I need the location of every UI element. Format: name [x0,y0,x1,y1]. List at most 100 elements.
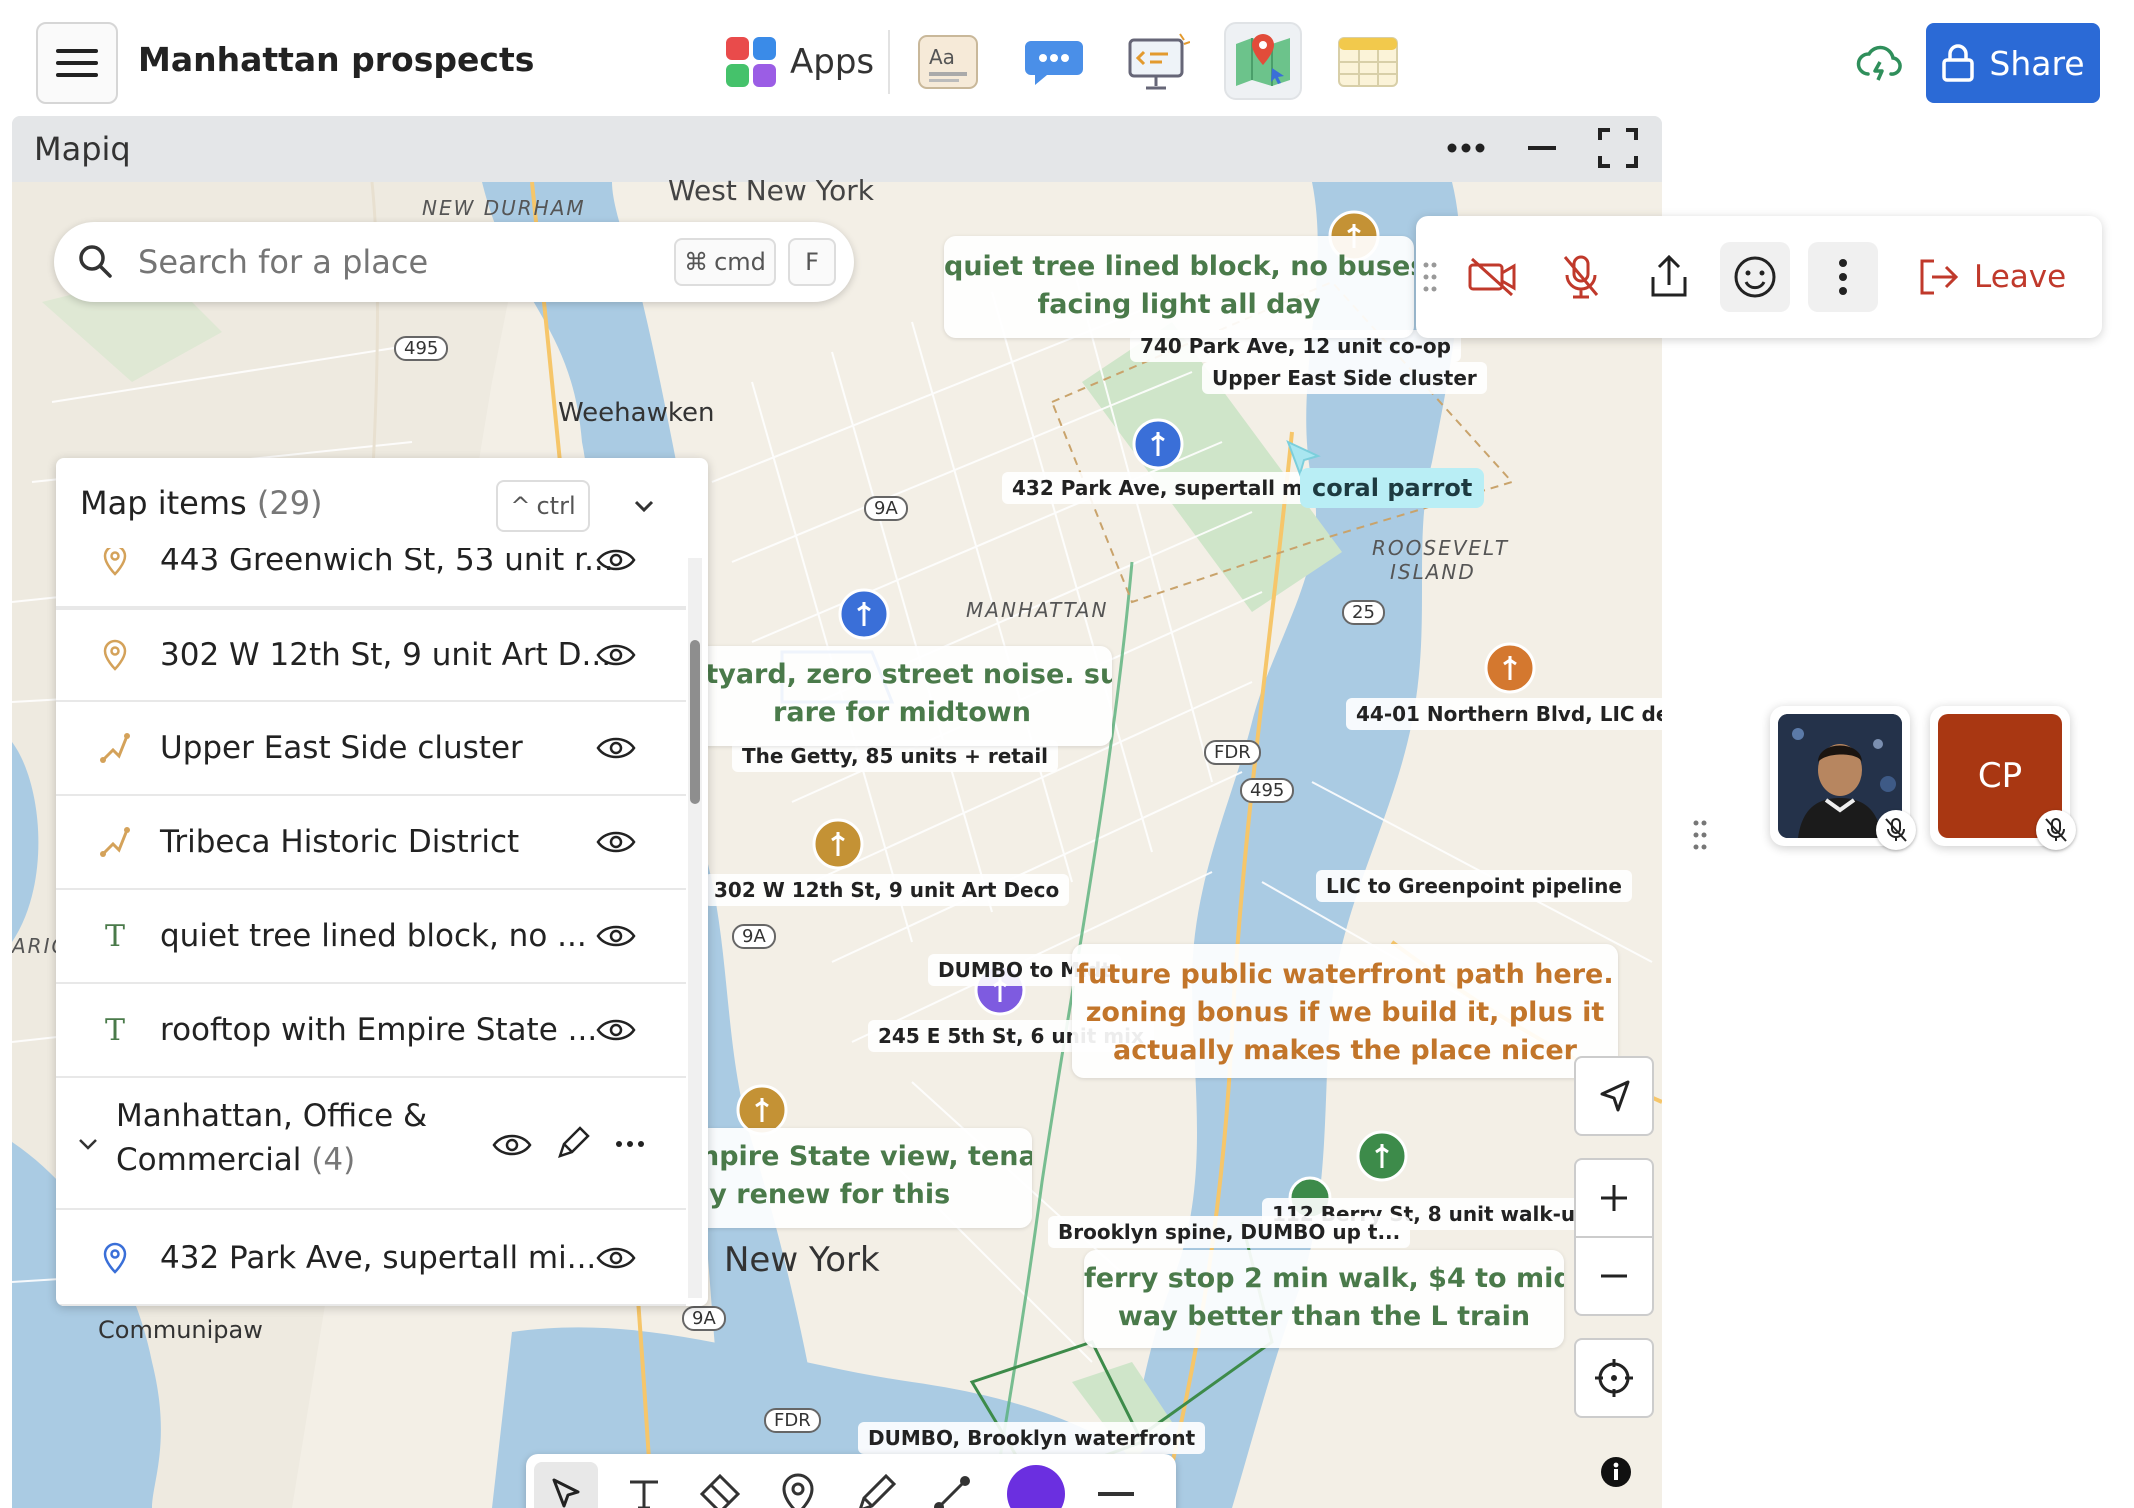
presentation-app-button[interactable] [1124,28,1192,96]
text-note[interactable]: ferry stop 2 min walk, $4 to midtow way … [1084,1250,1564,1348]
participant-tile[interactable] [1770,706,1916,850]
navigate-button[interactable] [1574,1056,1654,1136]
leave-label: Leave [1974,259,2067,295]
zoom-in-button[interactable] [1574,1158,1654,1238]
apps-button[interactable]: Apps [726,34,874,90]
eye-icon[interactable] [596,642,636,668]
text-note[interactable]: rtyard, zero street noise. super rare fo… [692,646,1112,746]
list-item[interactable]: Upper East Side cluster [56,702,686,796]
document-title[interactable]: Manhattan prospects [138,40,534,79]
note-line: ly renew for this [700,1179,951,1210]
camera-toggle-button[interactable] [1458,242,1528,312]
screen-share-button[interactable] [1634,242,1704,312]
menu-button[interactable] [36,22,118,104]
mic-off-icon [1563,255,1599,299]
drag-handle-icon[interactable] [1692,818,1708,852]
zoom-out-button[interactable] [1574,1236,1654,1316]
shape-tool-button[interactable] [688,1462,752,1508]
map-pin-green[interactable] [1354,1128,1410,1184]
chevron-down-icon[interactable] [624,486,664,526]
route-line-icon [934,1476,970,1508]
scrollbar[interactable] [688,558,702,1298]
mic-toggle-button[interactable] [1546,242,1616,312]
stroke-width-button[interactable] [1084,1462,1148,1508]
locate-me-button[interactable] [1574,1338,1654,1418]
text-style-icon: Aa [918,35,978,89]
eye-icon[interactable] [596,1245,636,1271]
chat-bubble-icon [1025,41,1083,85]
place-label-new-durham: NEW DURHAM [422,196,586,220]
list-item[interactable]: T quiet tree lined block, no ... [56,890,686,984]
group-label: Manhattan, Office & Commercial (4) [116,1094,427,1182]
map-pin-blue[interactable] [1130,416,1186,472]
share-label: Share [1989,43,2085,83]
list-item[interactable]: 432 Park Ave, supertall mi... [56,1212,686,1306]
list-item[interactable]: Tribeca Historic District [56,796,686,890]
map-pin-blue[interactable] [836,586,892,642]
collapse-shortcut-hint[interactable]: ^ ctrl [496,480,590,532]
more-options-icon[interactable] [614,1134,646,1154]
drag-handle-icon[interactable] [1422,260,1438,294]
text-tool-button[interactable] [612,1462,676,1508]
map-pin-gold[interactable] [810,816,866,872]
fullscreen-icon[interactable] [1596,126,1640,170]
search-bar[interactable]: ⌘ cmd F [54,222,854,302]
eye-icon[interactable] [596,735,636,761]
pencil-tool-button[interactable] [844,1462,908,1508]
map-pin-icon [1236,34,1290,86]
note-line: ferry stop 2 min walk, $4 to midtow [1084,1263,1564,1294]
route-tool-button[interactable] [920,1462,984,1508]
pin-label: Brooklyn spine, DUMBO up t... [1048,1216,1411,1248]
muted-badge [2036,810,2076,850]
table-app-button[interactable] [1334,28,1402,96]
pin-tool-button[interactable] [766,1462,830,1508]
minimize-icon[interactable] [1522,130,1562,166]
pin-label: LIC to Greenpoint pipeline [1316,870,1632,902]
stroke-line-icon [1098,1492,1134,1496]
select-tool-button[interactable] [534,1462,598,1508]
chevron-down-icon[interactable] [74,1130,102,1158]
text-note[interactable]: quiet tree lined block, no buses, so fac… [944,236,1414,338]
highway-shield: FDR [1204,740,1261,765]
pin-label: 44-01 Northern Blvd, LIC de... [1346,698,1662,730]
group-row[interactable]: Manhattan, Office & Commercial (4) [56,1078,686,1210]
participant-tile[interactable]: CP [1930,706,2076,850]
pencil-icon[interactable] [554,1126,590,1162]
text-note[interactable]: npire State view, tenants ly renew for t… [692,1128,1032,1228]
list-item[interactable]: T rooftop with Empire State ... [56,984,686,1078]
search-input[interactable] [138,232,698,292]
text-app-button[interactable]: Aa [914,28,982,96]
info-icon[interactable] [1600,1456,1632,1488]
eye-icon[interactable] [596,923,636,949]
color-picker-button[interactable] [1004,1462,1068,1508]
text-note[interactable]: future public waterfront path here. zoni… [1072,944,1618,1078]
shortcut-modifier-label: cmd [714,248,766,276]
scrollbar-thumb[interactable] [690,640,700,804]
call-more-options-button[interactable] [1808,242,1878,312]
hamburger-line [56,49,98,53]
group-label-line: Commercial (4) [116,1138,427,1182]
map-pin-orange[interactable] [1482,640,1538,696]
maps-app-button[interactable] [1224,22,1302,100]
reactions-button[interactable] [1720,242,1790,312]
chat-app-button[interactable] [1020,28,1088,96]
pin-label: Upper East Side cluster [1202,362,1487,394]
list-item[interactable]: 443 Greenwich St, 53 unit r... [56,548,686,608]
list-item[interactable]: 302 W 12th St, 9 unit Art D... [56,608,686,702]
eye-icon[interactable] [596,548,636,573]
cloud-sync-icon[interactable] [1854,38,1904,88]
eye-icon[interactable] [492,1132,532,1158]
more-options-icon[interactable] [1442,130,1490,166]
shortcut-cmd-key: ⌘ cmd [674,238,776,286]
note-line: facing light all day [1037,289,1321,320]
items-list[interactable]: 443 Greenwich St, 53 unit r... 302 W 12t… [56,548,688,1306]
spreadsheet-icon [1338,37,1398,87]
share-button[interactable]: Share [1926,23,2100,103]
eye-icon[interactable] [596,1017,636,1043]
pin-label: 302 W 12th St, 9 unit Art Deco [704,874,1070,906]
map-pin-icon [782,1473,814,1508]
svg-text:Aa: Aa [929,45,955,69]
eye-icon[interactable] [596,829,636,855]
leave-call-button[interactable]: Leave [1916,246,2066,308]
window-titlebar[interactable]: Mapiq [12,116,1662,182]
